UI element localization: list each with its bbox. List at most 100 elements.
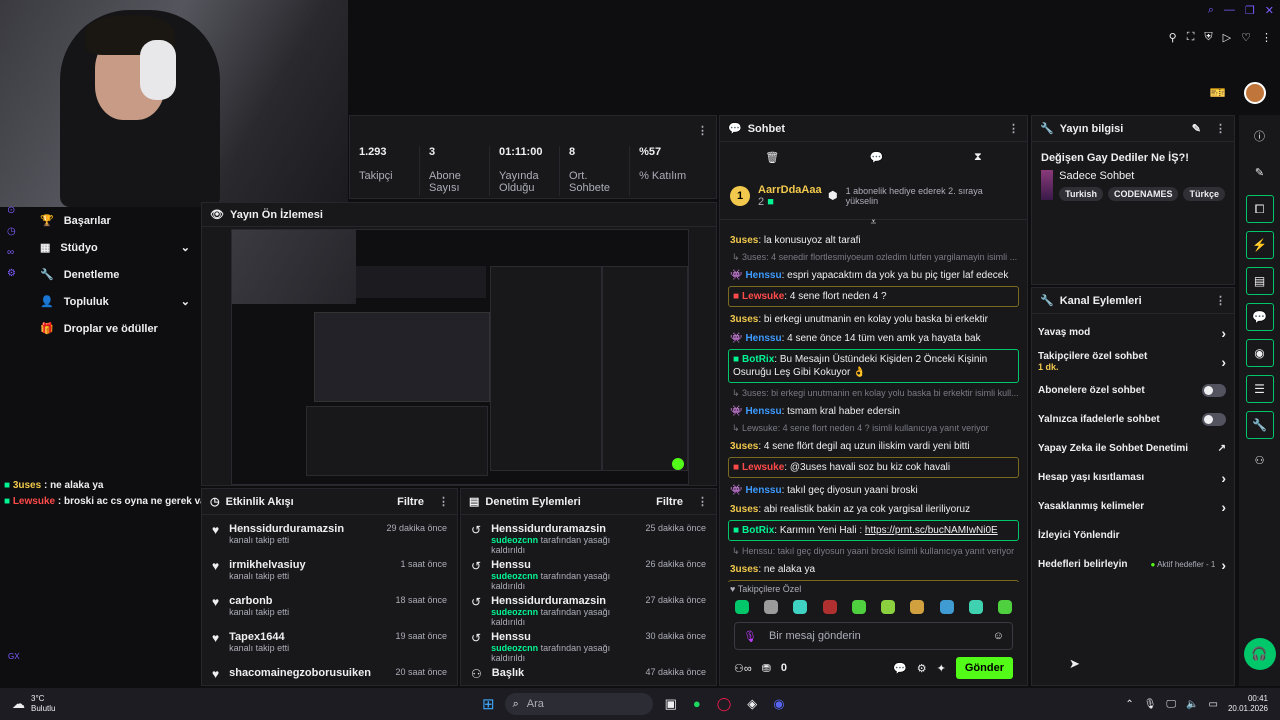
rail-settings-icon[interactable]: ⚙ <box>7 268 16 279</box>
emote-icon[interactable] <box>997 600 1012 614</box>
taskbar-search[interactable]: ⌕ Ara <box>504 693 653 715</box>
support-icon[interactable]: 🎧 <box>1243 638 1276 670</box>
stream-tag[interactable]: Türkçe <box>1183 187 1225 201</box>
chat-message[interactable]: 👾 Henssu: 4 sene önce 14 tüm ven amk ya h… <box>728 332 1019 345</box>
emote-icon[interactable] <box>793 600 808 614</box>
moderation-row[interactable]: ↺ Henssu sudeozcnn tarafından yasağı kaldı… <box>471 555 706 591</box>
chat-username[interactable]: 3uses <box>730 504 758 515</box>
activity-name[interactable]: Tapex1644 <box>229 631 385 643</box>
mic-icon[interactable]: 🎙 <box>743 630 757 643</box>
activity-row[interactable]: ♥ carbonb kanalı takip etti 18 saat önce <box>212 591 447 627</box>
ticket-icon[interactable]: 🎫 <box>1210 85 1226 101</box>
emote-icon[interactable] <box>910 600 925 614</box>
moderator-name[interactable]: sudeozcnn <box>491 643 538 653</box>
moderation-row[interactable]: ↺ Henssidurduramazsin sudeozcnn tarafından… <box>471 519 706 555</box>
chat-username[interactable]: 3uses <box>730 314 758 325</box>
battery-icon[interactable]: ▭ <box>1209 699 1218 710</box>
chat-message[interactable]: ■ Lewsuke: @3uses havali soz bu kiz cok h… <box>728 457 1019 478</box>
emote-icon[interactable] <box>764 600 779 614</box>
scroll-down-icon[interactable]: ⩡ <box>720 218 1027 228</box>
moderation-menu-button[interactable]: ⋮ <box>697 495 708 508</box>
crop-icon[interactable]: ⛶ <box>1187 31 1195 44</box>
chat-message[interactable]: 3uses: la konusuyoz alt tarafi <box>728 234 1019 247</box>
channel-action-row[interactable]: İzleyici Yönlendir <box>1038 521 1226 550</box>
chat-tool-icon[interactable]: 💬 <box>1245 303 1274 331</box>
chat-message[interactable]: 3uses: ne alaka ya <box>728 563 1019 576</box>
chat-bubble-small-icon[interactable]: 💬 <box>893 662 907 675</box>
activity-name[interactable]: Henssidurduramazsin <box>229 523 376 535</box>
rail-home-icon[interactable]: ⊙ <box>7 205 16 216</box>
shield-icon[interactable]: ⛨ <box>1204 31 1212 44</box>
menu-dots-icon[interactable]: ⋮ <box>1261 31 1272 44</box>
channel-action-row[interactable]: Abonelere özel sohbet <box>1038 376 1226 405</box>
hourglass-icon[interactable]: ⧗ <box>974 151 982 164</box>
toggle-switch[interactable] <box>1202 413 1226 426</box>
info-menu-button[interactable]: ⋮ <box>1215 122 1226 135</box>
moderation-row[interactable]: ↺ Henssidurduramazsin sudeozcnn tarafından… <box>471 591 706 627</box>
stream-tag[interactable]: CODENAMES <box>1107 187 1179 201</box>
chat-message[interactable]: ■ BotRix: Bu Mesajın Üstündeki Kişiden 2 … <box>728 349 1019 383</box>
chat-username[interactable]: BotRix <box>742 525 774 536</box>
preview-video[interactable] <box>231 229 689 485</box>
stats-menu-button[interactable]: ⋮ <box>697 124 708 137</box>
lightning-tool-icon[interactable]: ⚡ <box>1245 231 1274 259</box>
heart-icon[interactable]: ♡ <box>1241 31 1251 44</box>
activity-name[interactable]: irmikhelvasiuy <box>229 559 390 571</box>
chat-username[interactable]: BotRix <box>742 354 774 365</box>
chat-menu-button[interactable]: ⋮ <box>1008 122 1019 135</box>
rail-link-icon[interactable]: ∞ <box>7 247 16 258</box>
activity-row[interactable]: ♥ Tapex1644 kanalı takip etti 19 saat önce <box>212 627 447 663</box>
stream-tag[interactable]: Turkish <box>1059 187 1103 201</box>
puzzle-icon[interactable]: ✦ <box>937 662 946 675</box>
community-icon[interactable]: ⚇∞ <box>734 662 752 675</box>
camera-tool-icon[interactable]: ⧠ <box>1245 195 1274 223</box>
emote-icon[interactable] <box>881 600 896 614</box>
channel-action-row[interactable]: Yavaş mod › <box>1038 318 1226 347</box>
emote-icon[interactable] <box>822 600 837 614</box>
chat-username[interactable]: Lewsuke <box>742 462 784 473</box>
moderation-name[interactable]: Henssidurduramazsin <box>491 595 635 607</box>
category-name[interactable]: Sadece Sohbet <box>1059 170 1225 182</box>
monitor-icon[interactable]: 🖵 <box>1166 699 1176 710</box>
moderation-name[interactable]: Henssu <box>491 559 635 571</box>
moderator-name[interactable]: sudeozcnn <box>491 571 538 581</box>
chat-username[interactable]: 3uses <box>730 235 758 246</box>
chat-message[interactable]: ■ BotRix: Karımın Yeni Hali : https://prn… <box>728 520 1019 541</box>
play-icon[interactable]: ▷ <box>1223 31 1231 44</box>
rail-clock-icon[interactable]: ◷ <box>7 226 16 237</box>
minimize-icon[interactable]: — <box>1224 4 1235 17</box>
pinned-user[interactable]: AarrDdaAaa <box>758 184 822 196</box>
nav-item-achievements[interactable]: 🏆 Başarılar <box>40 207 190 234</box>
nav-item-drops[interactable]: 🎁 Droplar ve ödüller <box>40 315 190 342</box>
search-icon[interactable]: ⌕ <box>1208 4 1214 17</box>
trash-icon[interactable]: 🗑 <box>765 151 779 164</box>
nav-item-studio[interactable]: ▦ Stüdyo ⌄ <box>40 234 190 261</box>
channel-action-row[interactable]: Hesap yaşı kısıtlaması › <box>1038 463 1226 492</box>
moderation-name[interactable]: Başlık <box>492 667 636 679</box>
moderator-name[interactable]: sudeozcnn <box>491 535 538 545</box>
channel-action-row[interactable]: Hedefleri belirleyin ● Aktif hedefler - 1… <box>1038 550 1226 579</box>
clock[interactable]: 00:41 20.01.2026 <box>1228 694 1268 714</box>
spotify-icon[interactable]: ● <box>693 696 701 712</box>
task-view-icon[interactable]: ▣ <box>665 696 677 712</box>
channel-action-row[interactable]: Yapay Zeka ile Sohbet Denetimi ↗ <box>1038 434 1226 463</box>
chat-username[interactable]: 3uses <box>730 564 758 575</box>
chat-input[interactable]: 🎙 Bir mesaj gönderin ☺ <box>734 622 1013 650</box>
chat-username[interactable]: Henssu <box>745 270 781 281</box>
tray-chevron-icon[interactable]: ⌃ <box>1125 699 1133 710</box>
toggle-switch[interactable] <box>1202 384 1226 397</box>
nav-item-community[interactable]: 👤 Topluluk ⌄ <box>40 288 190 315</box>
activity-name[interactable]: carbonb <box>229 595 385 607</box>
community-tool-icon[interactable]: ⚇ <box>1255 447 1265 475</box>
activity-name[interactable]: shacomainegzoborusuiken <box>229 667 385 679</box>
avatar[interactable] <box>1244 82 1266 104</box>
moderator-name[interactable]: sudeozcnn <box>491 607 538 617</box>
moderation-filter-button[interactable]: Filtre <box>656 496 683 508</box>
volume-icon[interactable]: 🔈 <box>1186 699 1198 710</box>
gear-icon[interactable]: ⚙ <box>917 662 927 675</box>
chat-message[interactable]: 3uses: 4 sene flört degil aq uzun iliski… <box>728 440 1019 453</box>
activity-filter-button[interactable]: Filtre <box>397 496 424 508</box>
windows-start-icon[interactable]: ⊞ <box>482 695 495 713</box>
chat-username[interactable]: Henssu <box>745 333 781 344</box>
chat-message[interactable]: 👾 Henssu: tsmam kral haber edersin <box>728 405 1019 418</box>
